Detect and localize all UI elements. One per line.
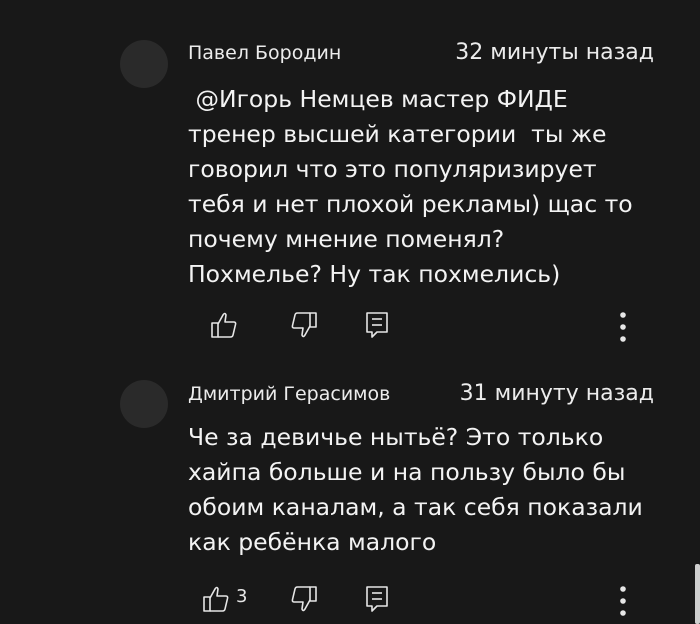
comment-actions bbox=[188, 310, 700, 344]
comment-time[interactable]: 32 минуты назад bbox=[455, 40, 654, 65]
comment-text: Че за девичье нытьё? Это только хайпа бо… bbox=[188, 423, 643, 556]
thumbs-up-icon[interactable] bbox=[202, 584, 230, 614]
reply-icon[interactable] bbox=[364, 310, 392, 340]
comment-text: @Игорь Немцев мастер ФИДЕ тренер высшей … bbox=[188, 85, 633, 288]
more-vertical-icon[interactable] bbox=[618, 584, 628, 618]
thumbs-down-icon[interactable] bbox=[290, 584, 318, 614]
like-count: 3 bbox=[236, 586, 248, 607]
scrollbar[interactable] bbox=[695, 564, 700, 624]
reply-icon[interactable] bbox=[364, 584, 392, 614]
comment-actions: 3 bbox=[188, 584, 700, 618]
avatar[interactable] bbox=[120, 40, 168, 88]
thumbs-down-icon[interactable] bbox=[290, 310, 318, 340]
comment-author[interactable]: Павел Бородин bbox=[188, 42, 341, 64]
thumbs-up-icon[interactable] bbox=[210, 310, 238, 340]
avatar[interactable] bbox=[120, 380, 168, 428]
comment-time[interactable]: 31 минуту назад bbox=[460, 381, 654, 406]
comment-author[interactable]: Дмитрий Герасимов bbox=[188, 383, 390, 405]
more-vertical-icon[interactable] bbox=[618, 310, 628, 344]
